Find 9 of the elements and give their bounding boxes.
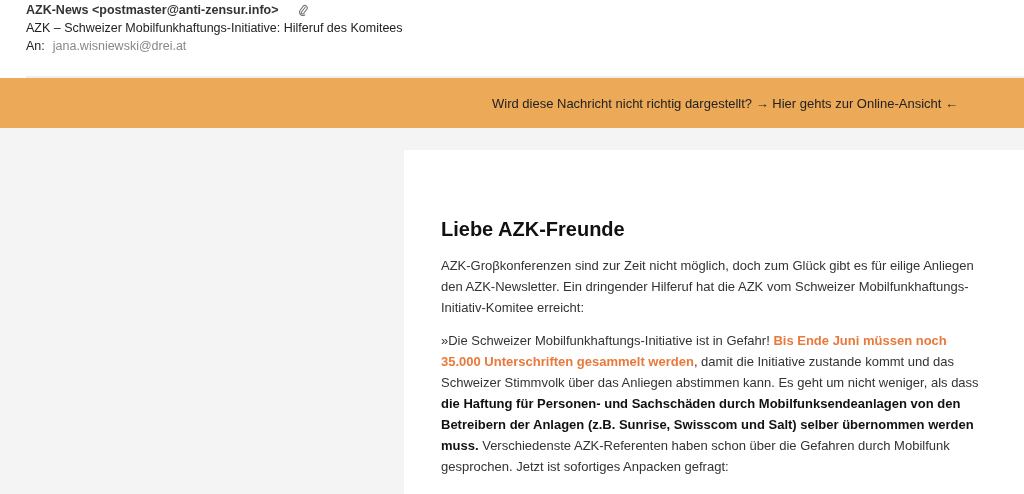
sender: AZK-News <postmaster@anti-zensur.info> bbox=[26, 3, 279, 17]
paperclip-icon[interactable] bbox=[298, 4, 308, 16]
recipient-address[interactable]: jana.wisniewski@drei.at bbox=[52, 39, 187, 53]
email-subject: AZK – Schweizer Mobilfunkhaftungs-Initiative: Hilferuf des Komitees bbox=[26, 21, 404, 35]
paragraph: »Die Schweizer Mobilfunkhaftungs-Initiative ist in Gefahr! Bis Ende Juni müssen noch 35.000 Unterschriften gesammelt werden, damit die Initiative zustande kommt und das Schweizer Stimmvolk über das Anliegen abstimmen kann. Es geht um nicht weniger, als dass die Haftung für Personen- und Sachschäden durch Mobilfunksendeanlagen von den Betreibern der Anlagen (z.B. Sunrise, Swisscom und Salt) selber übernommen werden muss. Verschiedenste AZK-Referenten haben schon über die Gefahren durch Mobilfunk gesprochen. Jetzt ist sofortiges Anpacken gefragt: bbox=[441, 332, 980, 476]
online-view-link[interactable]: Wird diese Nachricht nicht richtig dargestellt? → Hier gehts zur Online-Ansicht ← bbox=[492, 95, 958, 111]
recipient-label: An: bbox=[26, 39, 45, 53]
greeting-heading: Liebe AZK-Freunde bbox=[441, 218, 626, 241]
paragraph: AZK-Groβkonferenzen sind zur Zeit nicht möglich, doch zum Glück gibt es für eilige Anliegen den AZK-Newsletter. Ein dringender Hilferuf hat die AZK vom Schweizer Mobilfunkhaftungs-Initiativ-Komitee erreicht: bbox=[441, 257, 975, 317]
